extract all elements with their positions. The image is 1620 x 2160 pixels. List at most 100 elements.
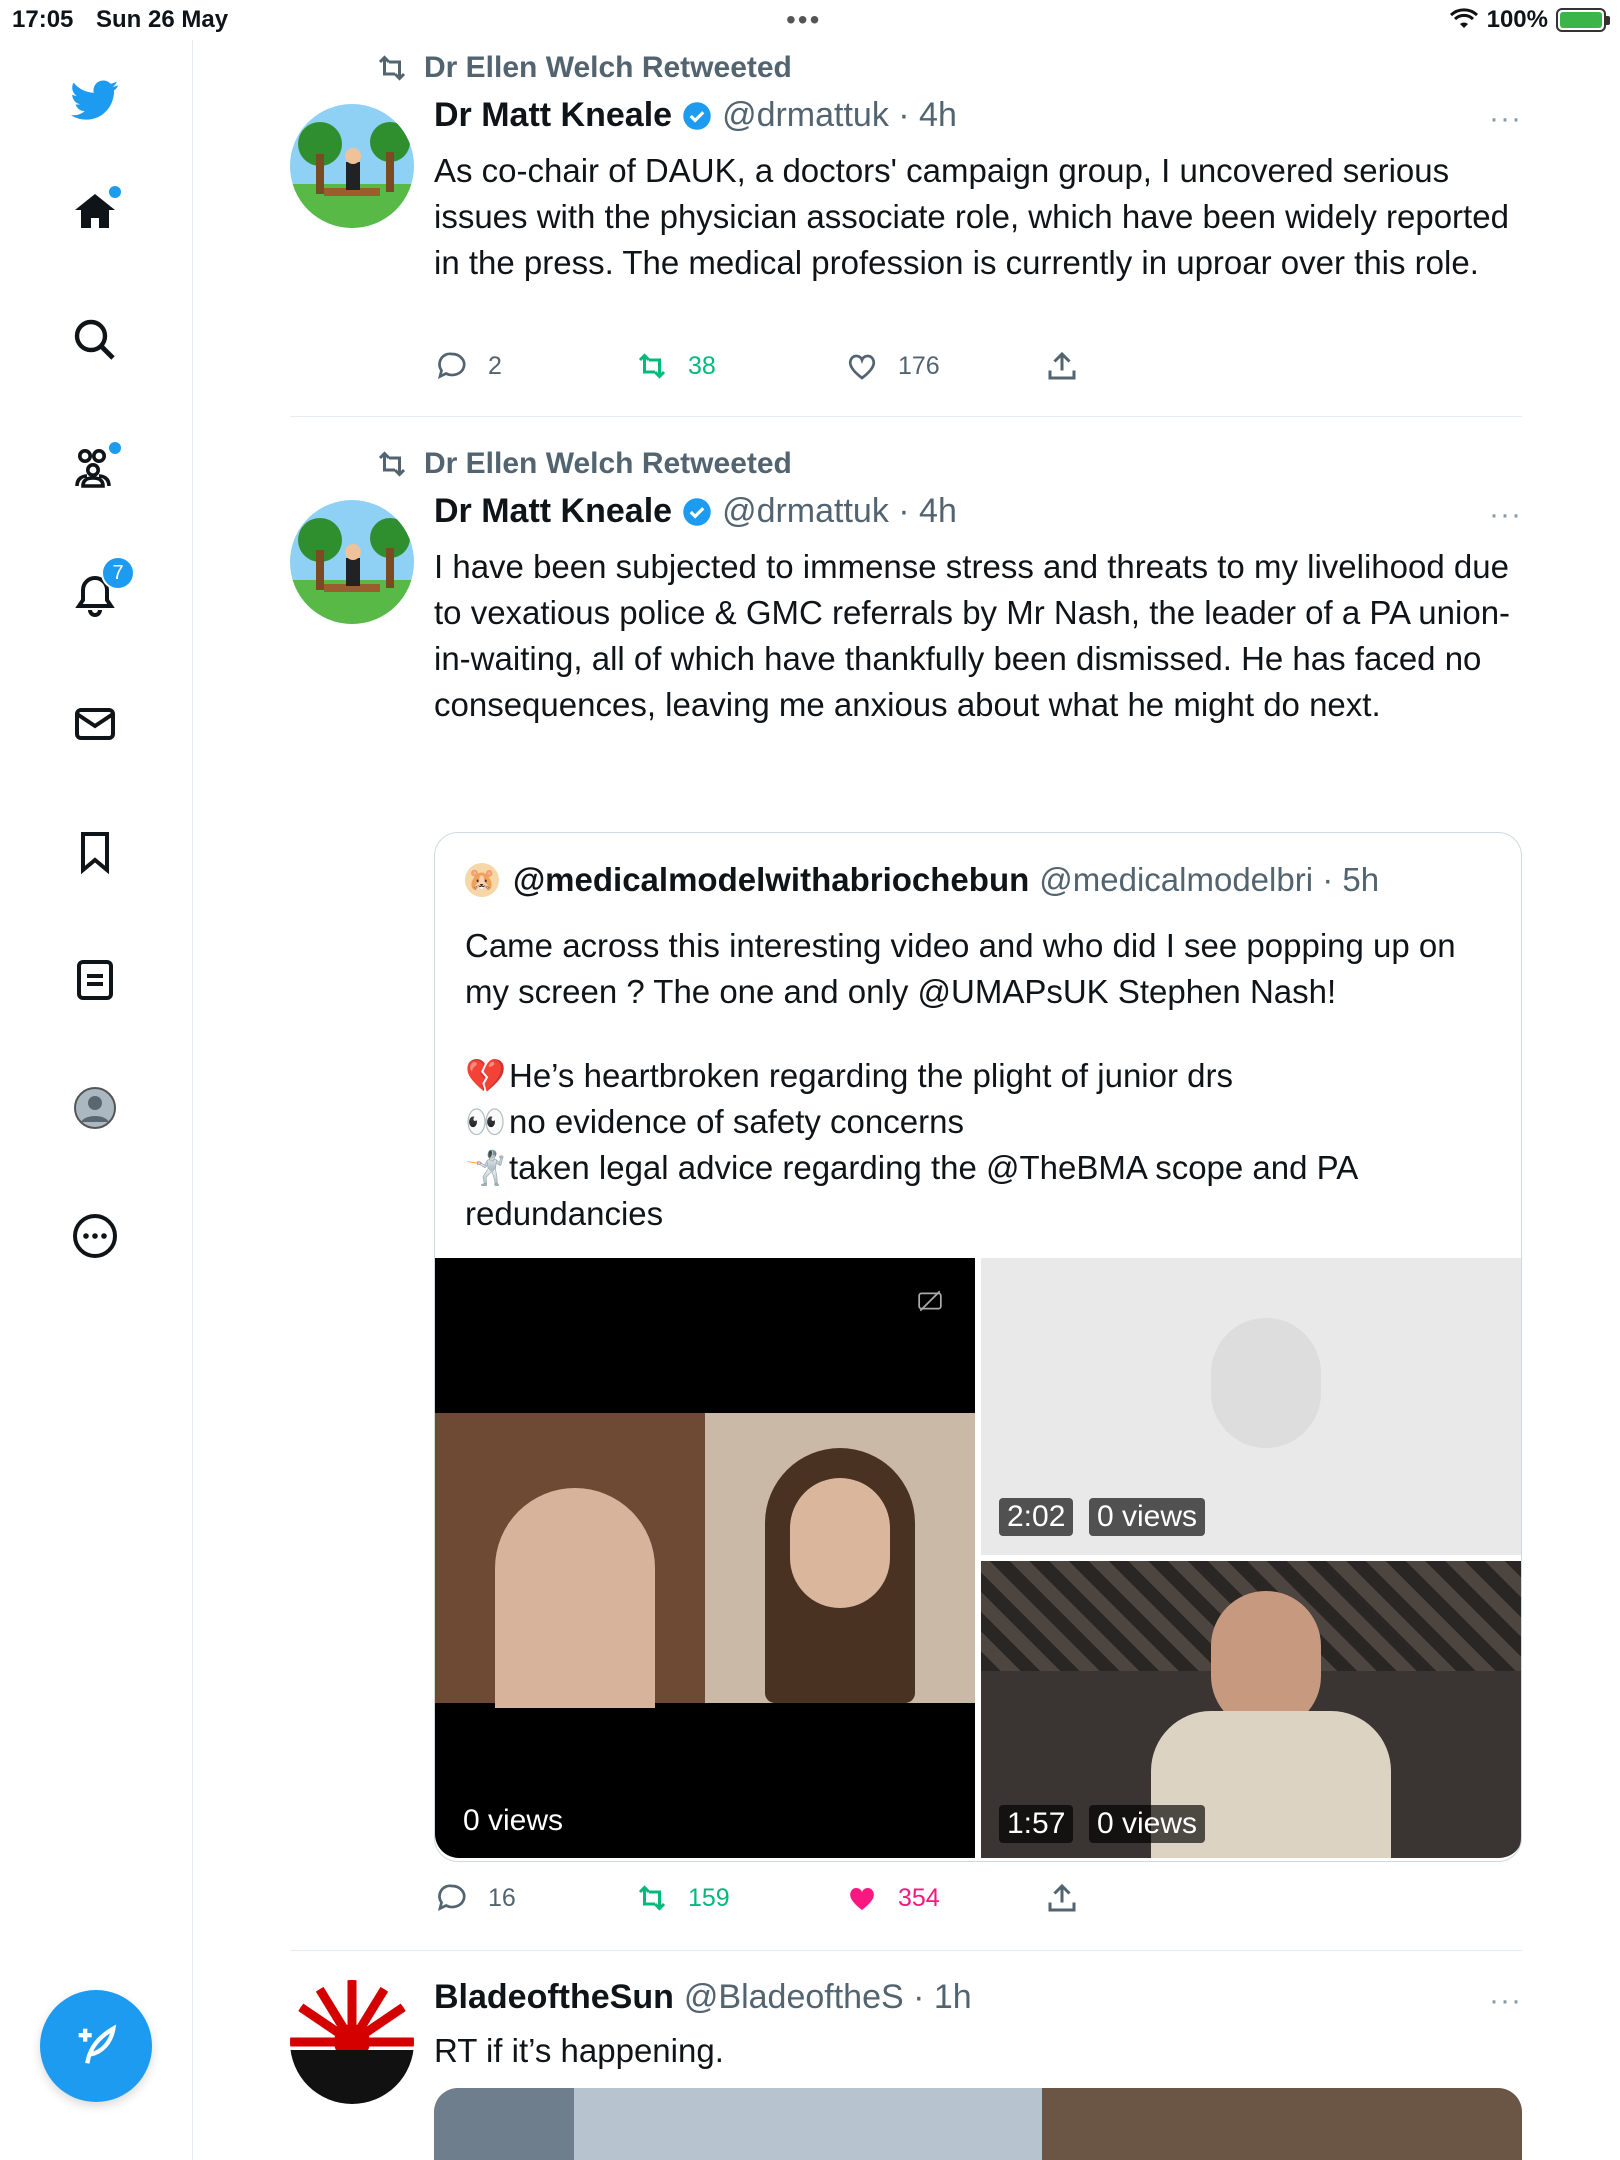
author-handle[interactable]: @drmattuk · 4h (722, 96, 957, 135)
twitter-logo-icon[interactable] (65, 70, 125, 130)
author-name[interactable]: BladeoftheSun (434, 1978, 674, 2017)
quoted-tweet-list: 💔 He’s heartbroken regarding the plight o… (465, 1053, 1495, 1237)
compose-tweet-button[interactable] (40, 1990, 152, 2102)
status-bar: 17:05 Sun 26 May ••• 100% (0, 0, 1620, 40)
bookmarks-icon[interactable] (65, 822, 125, 882)
battery-percent: 100% (1486, 6, 1548, 33)
tweet-text: As co-chair of DAUK, a doctors' campaign… (434, 152, 1519, 281)
retweet-count: 38 (688, 351, 716, 380)
more-options-icon[interactable] (65, 1206, 125, 1266)
retweet-icon (378, 55, 406, 81)
quoted-line-text: He’s heartbroken regarding the plight of… (509, 1057, 1233, 1094)
tweet-actions: 16 159 354 (434, 1880, 1134, 1920)
building-right-shape (1042, 2088, 1522, 2160)
quoted-author-handle[interactable]: @medicalmodelbri · 5h (1039, 861, 1379, 899)
retweet-context-label: Dr Ellen Welch Retweeted (424, 51, 792, 84)
search-icon[interactable] (65, 310, 125, 370)
reply-count: 2 (488, 351, 502, 380)
reply-icon (437, 352, 466, 380)
home-unread-dot (109, 186, 121, 198)
messages-icon[interactable] (65, 694, 125, 754)
reply-count: 16 (488, 1883, 516, 1912)
building-left-shape (434, 2088, 574, 2160)
tweet-more-icon[interactable]: ··· (1489, 1984, 1522, 2018)
quoted-line: redundancies (465, 1191, 1495, 1237)
tweet-divider (290, 416, 1522, 417)
verified-badge-icon (683, 497, 711, 526)
tweet[interactable]: Dr Ellen Welch Retweeted Dr Matt Kneale … (290, 40, 1522, 420)
compose-feather-icon (78, 2024, 117, 2064)
retweet-context: Dr Ellen Welch Retweeted (374, 446, 792, 482)
tweet-header: Dr Matt Kneale @drmattuk · 4h (434, 492, 957, 531)
person-head-shape (495, 1488, 655, 1708)
quoted-author-avatar[interactable]: 🐹 (465, 863, 499, 897)
faded-person-shape (1211, 1318, 1321, 1448)
tweet-text: RT if it’s happening. (434, 2032, 724, 2069)
avatar[interactable] (290, 1980, 414, 2104)
person-face-shape (790, 1478, 890, 1608)
fencer-icon: 🤺 (465, 1149, 507, 1186)
heart-filled-icon (850, 1888, 874, 1910)
reply-icon (437, 1884, 466, 1912)
sidebar: 7 (0, 40, 193, 2160)
multitask-dots-icon[interactable]: ••• (786, 4, 821, 36)
broken-heart-icon: 💔 (465, 1057, 507, 1094)
tweet[interactable]: BladeoftheSun @BladeoftheS · 1h ··· RT i… (290, 1952, 1522, 2160)
reply-button[interactable]: 16 (434, 1880, 516, 1916)
like-button[interactable]: 176 (844, 348, 940, 384)
retweet-button[interactable]: 159 (634, 1880, 730, 1916)
retweet-icon (638, 353, 666, 379)
video-left[interactable]: 0 views (435, 1258, 975, 1858)
avatar[interactable] (290, 104, 414, 228)
author-handle[interactable]: @drmattuk · 4h (722, 492, 957, 531)
video-bottom-right[interactable]: 1:57 0 views (981, 1561, 1521, 1858)
captions-off-icon[interactable] (917, 1288, 943, 1314)
status-right: 100% (1449, 6, 1610, 34)
video-duration: 2:02 (999, 1498, 1074, 1536)
tweet-more-icon[interactable]: ··· (1489, 102, 1522, 136)
retweet-icon (638, 1885, 666, 1911)
lists-icon[interactable] (65, 950, 125, 1010)
quoted-author-name[interactable]: @medicalmodelwithabriochebun (513, 861, 1029, 899)
video-view-count: 0 views (1089, 1498, 1206, 1536)
home-icon[interactable] (65, 182, 125, 242)
notifications-count-badge: 7 (101, 556, 135, 590)
retweet-button[interactable]: 38 (634, 348, 716, 384)
author-name[interactable]: Dr Matt Kneale (434, 96, 672, 135)
retweet-count: 159 (688, 1883, 730, 1912)
status-date: Sun 26 May (96, 6, 229, 33)
share-icon (1048, 351, 1076, 380)
retweet-context-label: Dr Ellen Welch Retweeted (424, 447, 792, 480)
quoted-line: 🤺 taken legal advice regarding the @TheBM… (465, 1145, 1495, 1191)
video-top-right[interactable]: 2:02 0 views (981, 1258, 1521, 1555)
communities-unread-dot (109, 442, 121, 454)
share-button[interactable] (1044, 1880, 1080, 1916)
author-handle[interactable]: @BladeoftheS · 1h (684, 1978, 972, 2017)
tweet-media-image[interactable] (434, 2088, 1522, 2160)
quoted-tweet-text: Came across this interesting video and w… (465, 927, 1465, 1010)
tweet-header: Dr Matt Kneale @drmattuk · 4h (434, 96, 957, 135)
quoted-line-text: taken legal advice regarding the @TheBMA… (509, 1149, 1359, 1186)
quoted-line: 👀 no evidence of safety concerns (465, 1099, 1495, 1145)
video-view-count: 0 views (1089, 1805, 1206, 1843)
like-button[interactable]: 354 (844, 1880, 940, 1916)
retweet-context: Dr Ellen Welch Retweeted (374, 50, 792, 86)
communities-icon[interactable] (65, 438, 125, 498)
avatar[interactable] (290, 500, 414, 624)
tweet-more-icon[interactable]: ··· (1489, 498, 1522, 532)
battery-icon (1556, 8, 1610, 32)
reply-button[interactable]: 2 (434, 348, 502, 384)
wifi-icon (1449, 8, 1478, 28)
heart-icon (848, 354, 876, 380)
quoted-tweet-header: 🐹 @medicalmodelwithabriochebun @medicalm… (465, 861, 1379, 899)
share-button[interactable] (1044, 348, 1080, 384)
media-grid: 0 views 2:02 0 views 1:57 0 views (435, 1258, 1521, 1858)
tweet-header: BladeoftheSun @BladeoftheS · 1h (434, 1978, 972, 2017)
like-count: 354 (898, 1883, 940, 1912)
profile-avatar-icon[interactable] (65, 1078, 125, 1138)
quoted-tweet[interactable]: 🐹 @medicalmodelwithabriochebun @medicalm… (434, 832, 1522, 1862)
author-name[interactable]: Dr Matt Kneale (434, 492, 672, 531)
share-icon (1048, 1883, 1076, 1912)
tweet[interactable]: Dr Ellen Welch Retweeted Dr Matt Kneale … (290, 436, 1522, 1951)
notifications-icon[interactable]: 7 (65, 556, 135, 626)
